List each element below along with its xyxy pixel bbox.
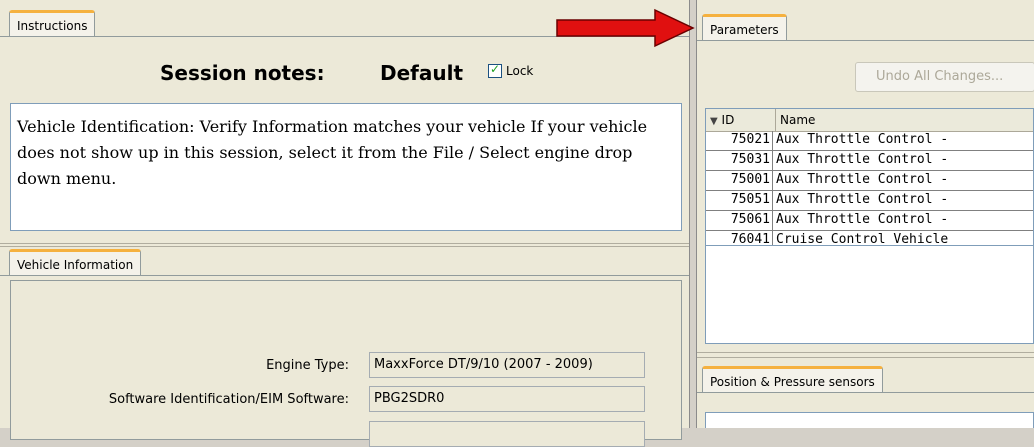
sensors-table — [705, 412, 1034, 428]
session-notes-value: Default — [380, 61, 464, 85]
column-header-id[interactable]: ▼ ID — [706, 109, 776, 131]
table-row[interactable]: 75051 Aux Throttle Control - — [706, 191, 1033, 211]
parameters-table-header: ▼ ID Name — [706, 109, 1033, 132]
cell-name: Aux Throttle Control - — [776, 132, 949, 147]
table-row[interactable]: 75031 Aux Throttle Control - — [706, 151, 1033, 171]
software-identification-field[interactable]: PBG2SDR0 — [369, 386, 645, 412]
cell-id: 76041 — [706, 231, 773, 245]
column-header-name-label: Name — [780, 113, 816, 127]
table-row[interactable]: 76041 Cruise Control Vehicle — [706, 231, 1033, 246]
tab-parameters[interactable]: Parameters — [702, 14, 787, 41]
undo-all-changes-button[interactable]: Undo All Changes... — [855, 62, 1034, 92]
tab-strip-line — [697, 392, 1034, 393]
red-arrow-icon — [556, 8, 695, 48]
cell-id: 75021 — [706, 131, 773, 150]
left-pane: Instructions Session notes: Default ✓ Lo… — [0, 0, 690, 447]
tab-vehicle-information[interactable]: Vehicle Information — [9, 249, 142, 276]
vehicle-information-panel: Vehicle Information Engine Type: MaxxFor… — [0, 247, 689, 447]
cell-name: Aux Throttle Control - — [776, 152, 949, 167]
cell-name: Aux Throttle Control - — [776, 172, 949, 187]
tab-strip-line — [0, 275, 689, 276]
cell-name: Aux Throttle Control - — [776, 212, 949, 227]
engine-type-field[interactable]: MaxxForce DT/9/10 (2007 - 2009) — [369, 352, 645, 378]
table-row[interactable]: 75061 Aux Throttle Control - — [706, 211, 1033, 231]
column-header-name[interactable]: Name — [776, 109, 1033, 131]
pane-divider[interactable] — [690, 0, 697, 428]
cell-name: Aux Throttle Control - — [776, 192, 949, 207]
vehicle-information-body: Engine Type: MaxxForce DT/9/10 (2007 - 2… — [10, 280, 682, 447]
cell-id: 75051 — [706, 191, 773, 210]
table-row[interactable]: 75001 Aux Throttle Control - — [706, 171, 1033, 191]
checkmark-icon: ✓ — [490, 62, 501, 76]
tab-strip-line — [697, 40, 1034, 41]
instructions-text[interactable]: Vehicle Identification: Verify Informati… — [10, 103, 682, 231]
table-row[interactable]: 75021 Aux Throttle Control - — [706, 131, 1033, 151]
lock-checkbox[interactable]: ✓ — [488, 62, 502, 78]
cell-id: 75031 — [706, 151, 773, 170]
tab-position-pressure-sensors[interactable]: Position & Pressure sensors — [702, 366, 883, 393]
table-scroll-edge — [706, 245, 1033, 246]
session-notes-header: Session notes: Default ✓ Lock — [10, 47, 682, 95]
column-header-id-label: ID — [721, 113, 735, 127]
cell-id: 75061 — [706, 211, 773, 230]
parameters-table: ▼ ID Name 75021 Aux Throttle Control - 7… — [705, 108, 1034, 344]
filter-icon[interactable]: ▼ — [710, 116, 718, 127]
engine-type-label: Engine Type: — [266, 358, 349, 373]
cell-name: Cruise Control Vehicle — [776, 232, 949, 246]
session-notes-label: Session notes: — [160, 61, 325, 85]
vehicle-info-field-3[interactable] — [369, 421, 645, 447]
cell-id: 75001 — [706, 171, 773, 190]
position-pressure-sensors-panel: Position & Pressure sensors — [697, 358, 1034, 428]
lock-label: Lock — [506, 64, 534, 78]
software-identification-label: Software Identification/EIM Software: — [108, 392, 349, 407]
tab-instructions[interactable]: Instructions — [9, 10, 96, 37]
